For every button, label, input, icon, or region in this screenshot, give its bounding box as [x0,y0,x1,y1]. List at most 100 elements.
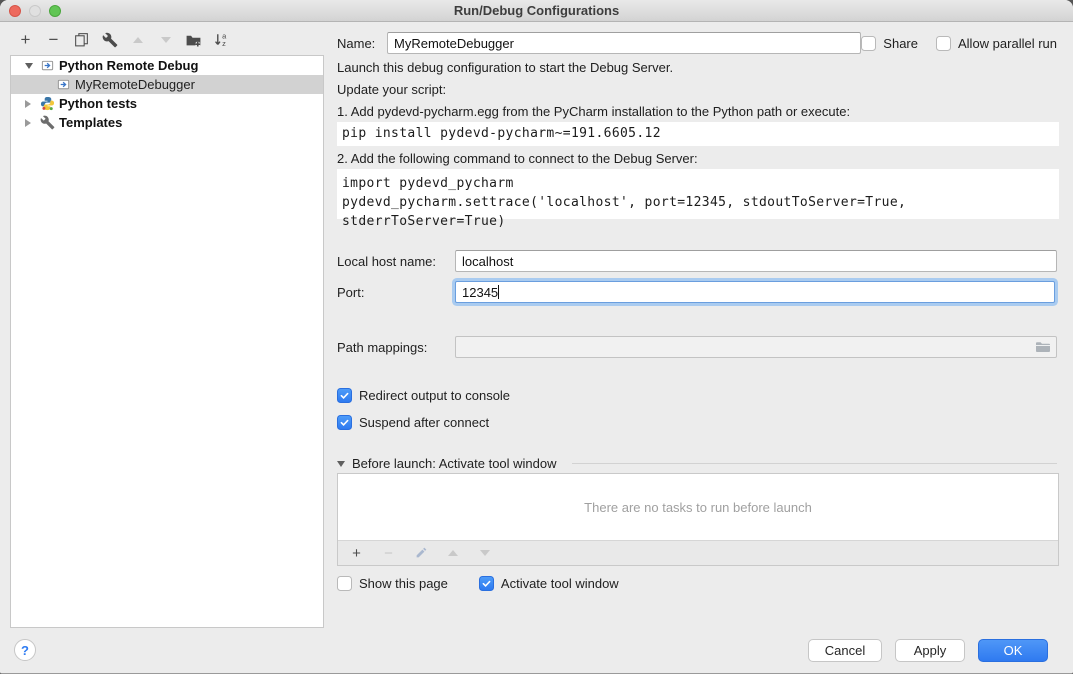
show-this-page-checkbox[interactable] [337,576,352,591]
dialog-buttons: Cancel Apply OK [808,639,1048,662]
port-row: Port: [337,281,1057,303]
suspend-after-connect-checkbox[interactable] [337,415,352,430]
window-title: Run/Debug Configurations [0,3,1073,18]
add-configuration-button[interactable]: + [16,30,35,49]
minus-icon: − [384,546,393,561]
allow-parallel-run-checkbox[interactable] [936,36,951,51]
name-row: Name: Share Allow parallel run [337,32,1057,54]
local-host-row: Local host name: [337,250,1057,272]
copy-icon [73,31,90,48]
checkmark-icon [481,578,492,589]
plus-icon: + [21,31,31,48]
tree-item-label: MyRemoteDebugger [75,77,195,92]
sort-az-icon: a z [213,31,230,48]
text-caret [498,285,499,299]
edit-templates-button[interactable] [100,30,119,49]
code-line-settrace: pydevd_pycharm.settrace('localhost', por… [342,193,1054,231]
tree-toolbar: + − a z [16,30,231,49]
pencil-icon [414,546,428,560]
no-tasks-message: There are no tasks to run before launch [338,474,1058,540]
down-arrow-icon [480,550,490,556]
edit-task-button[interactable] [411,544,430,563]
before-launch-header[interactable]: Before launch: Activate tool window [337,456,1057,471]
tree-item-templates[interactable]: Templates [11,113,323,132]
copy-configuration-button[interactable] [72,30,91,49]
suspend-after-connect-row[interactable]: Suspend after connect [337,415,1057,430]
allow-parallel-checkbox-group[interactable]: Allow parallel run [936,36,1057,51]
page-options-row: Show this page Activate tool window [337,576,1057,591]
python-icon [40,96,55,111]
separator-line [572,463,1057,464]
share-label: Share [883,36,918,51]
step1-text: 1. Add pydevd-pycharm.egg from the PyCha… [337,104,1057,119]
tree-item-label: Templates [59,115,122,130]
path-mappings-row: Path mappings: [337,336,1057,358]
port-input[interactable] [455,281,1055,303]
folder-plus-icon [185,31,202,48]
redirect-output-row[interactable]: Redirect output to console [337,388,1057,403]
cancel-button[interactable]: Cancel [808,639,882,662]
tree-item-label: Python tests [59,96,137,111]
run-config-icon [56,77,71,92]
apply-button[interactable]: Apply [895,639,965,662]
down-arrow-icon [161,37,171,43]
svg-text:z: z [222,39,226,48]
intro-text-2: Update your script: [337,82,1057,97]
wrench-icon [40,115,55,130]
plus-icon: + [352,546,361,561]
move-down-button[interactable] [156,30,175,49]
redirect-output-checkbox[interactable] [337,388,352,403]
run-debug-configurations-dialog: Run/Debug Configurations + − [0,0,1073,674]
sort-configurations-button[interactable]: a z [212,30,231,49]
before-launch-label: Before launch: Activate tool window [352,456,557,471]
tree-item-python-remote-debug[interactable]: Python Remote Debug [11,56,323,75]
configurations-tree: Python Remote Debug MyRemoteDebugger Pyt… [10,55,324,628]
up-arrow-icon [133,37,143,43]
run-config-icon [40,58,55,73]
checkmark-icon [339,390,350,401]
port-label: Port: [337,285,455,300]
remove-task-button[interactable]: − [379,544,398,563]
browse-folder-icon[interactable] [1035,340,1051,354]
collapsed-triangle-icon[interactable] [25,119,31,127]
redirect-output-label: Redirect output to console [359,388,510,403]
remove-configuration-button[interactable]: − [44,30,63,49]
move-up-button[interactable] [128,30,147,49]
ok-button[interactable]: OK [978,639,1048,662]
show-this-page-label: Show this page [359,576,448,591]
question-mark-icon: ? [21,643,29,658]
activate-tool-window-checkbox[interactable] [479,576,494,591]
name-label: Name: [337,36,387,51]
minus-icon: − [49,31,59,48]
up-arrow-icon [448,550,458,556]
move-task-up-button[interactable] [443,544,462,563]
share-checkbox[interactable] [861,36,876,51]
code-line-import: import pydevd_pycharm [342,174,1054,193]
checkmark-icon [339,417,350,428]
settrace-code-block: import pydevd_pycharm pydevd_pycharm.set… [337,169,1059,219]
tree-item-myremotedebugger[interactable]: MyRemoteDebugger [11,75,323,94]
step2-text: 2. Add the following command to connect … [337,151,1057,166]
tree-item-python-tests[interactable]: Python tests [11,94,323,113]
intro-text-1: Launch this debug configuration to start… [337,60,1057,75]
path-mappings-label: Path mappings: [337,340,455,355]
help-button[interactable]: ? [14,639,36,661]
move-task-down-button[interactable] [475,544,494,563]
allow-parallel-run-label: Allow parallel run [958,36,1057,51]
path-mappings-input[interactable] [455,336,1057,358]
tree-item-label: Python Remote Debug [59,58,198,73]
new-folder-button[interactable] [184,30,203,49]
local-host-label: Local host name: [337,254,455,269]
share-checkbox-group[interactable]: Share [861,36,918,51]
add-task-button[interactable]: + [347,544,366,563]
local-host-input[interactable] [455,250,1057,272]
expanded-triangle-icon[interactable] [25,63,33,69]
name-input[interactable] [387,32,861,54]
collapse-triangle-icon[interactable] [337,461,345,467]
tasks-toolbar: + − [338,540,1058,565]
pip-install-code: pip install pydevd-pycharm~=191.6605.12 [337,122,1059,146]
collapsed-triangle-icon[interactable] [25,100,31,108]
wrench-icon [102,32,118,48]
before-launch-tasks-panel: There are no tasks to run before launch … [337,473,1059,566]
activate-tool-window-label: Activate tool window [501,576,619,591]
